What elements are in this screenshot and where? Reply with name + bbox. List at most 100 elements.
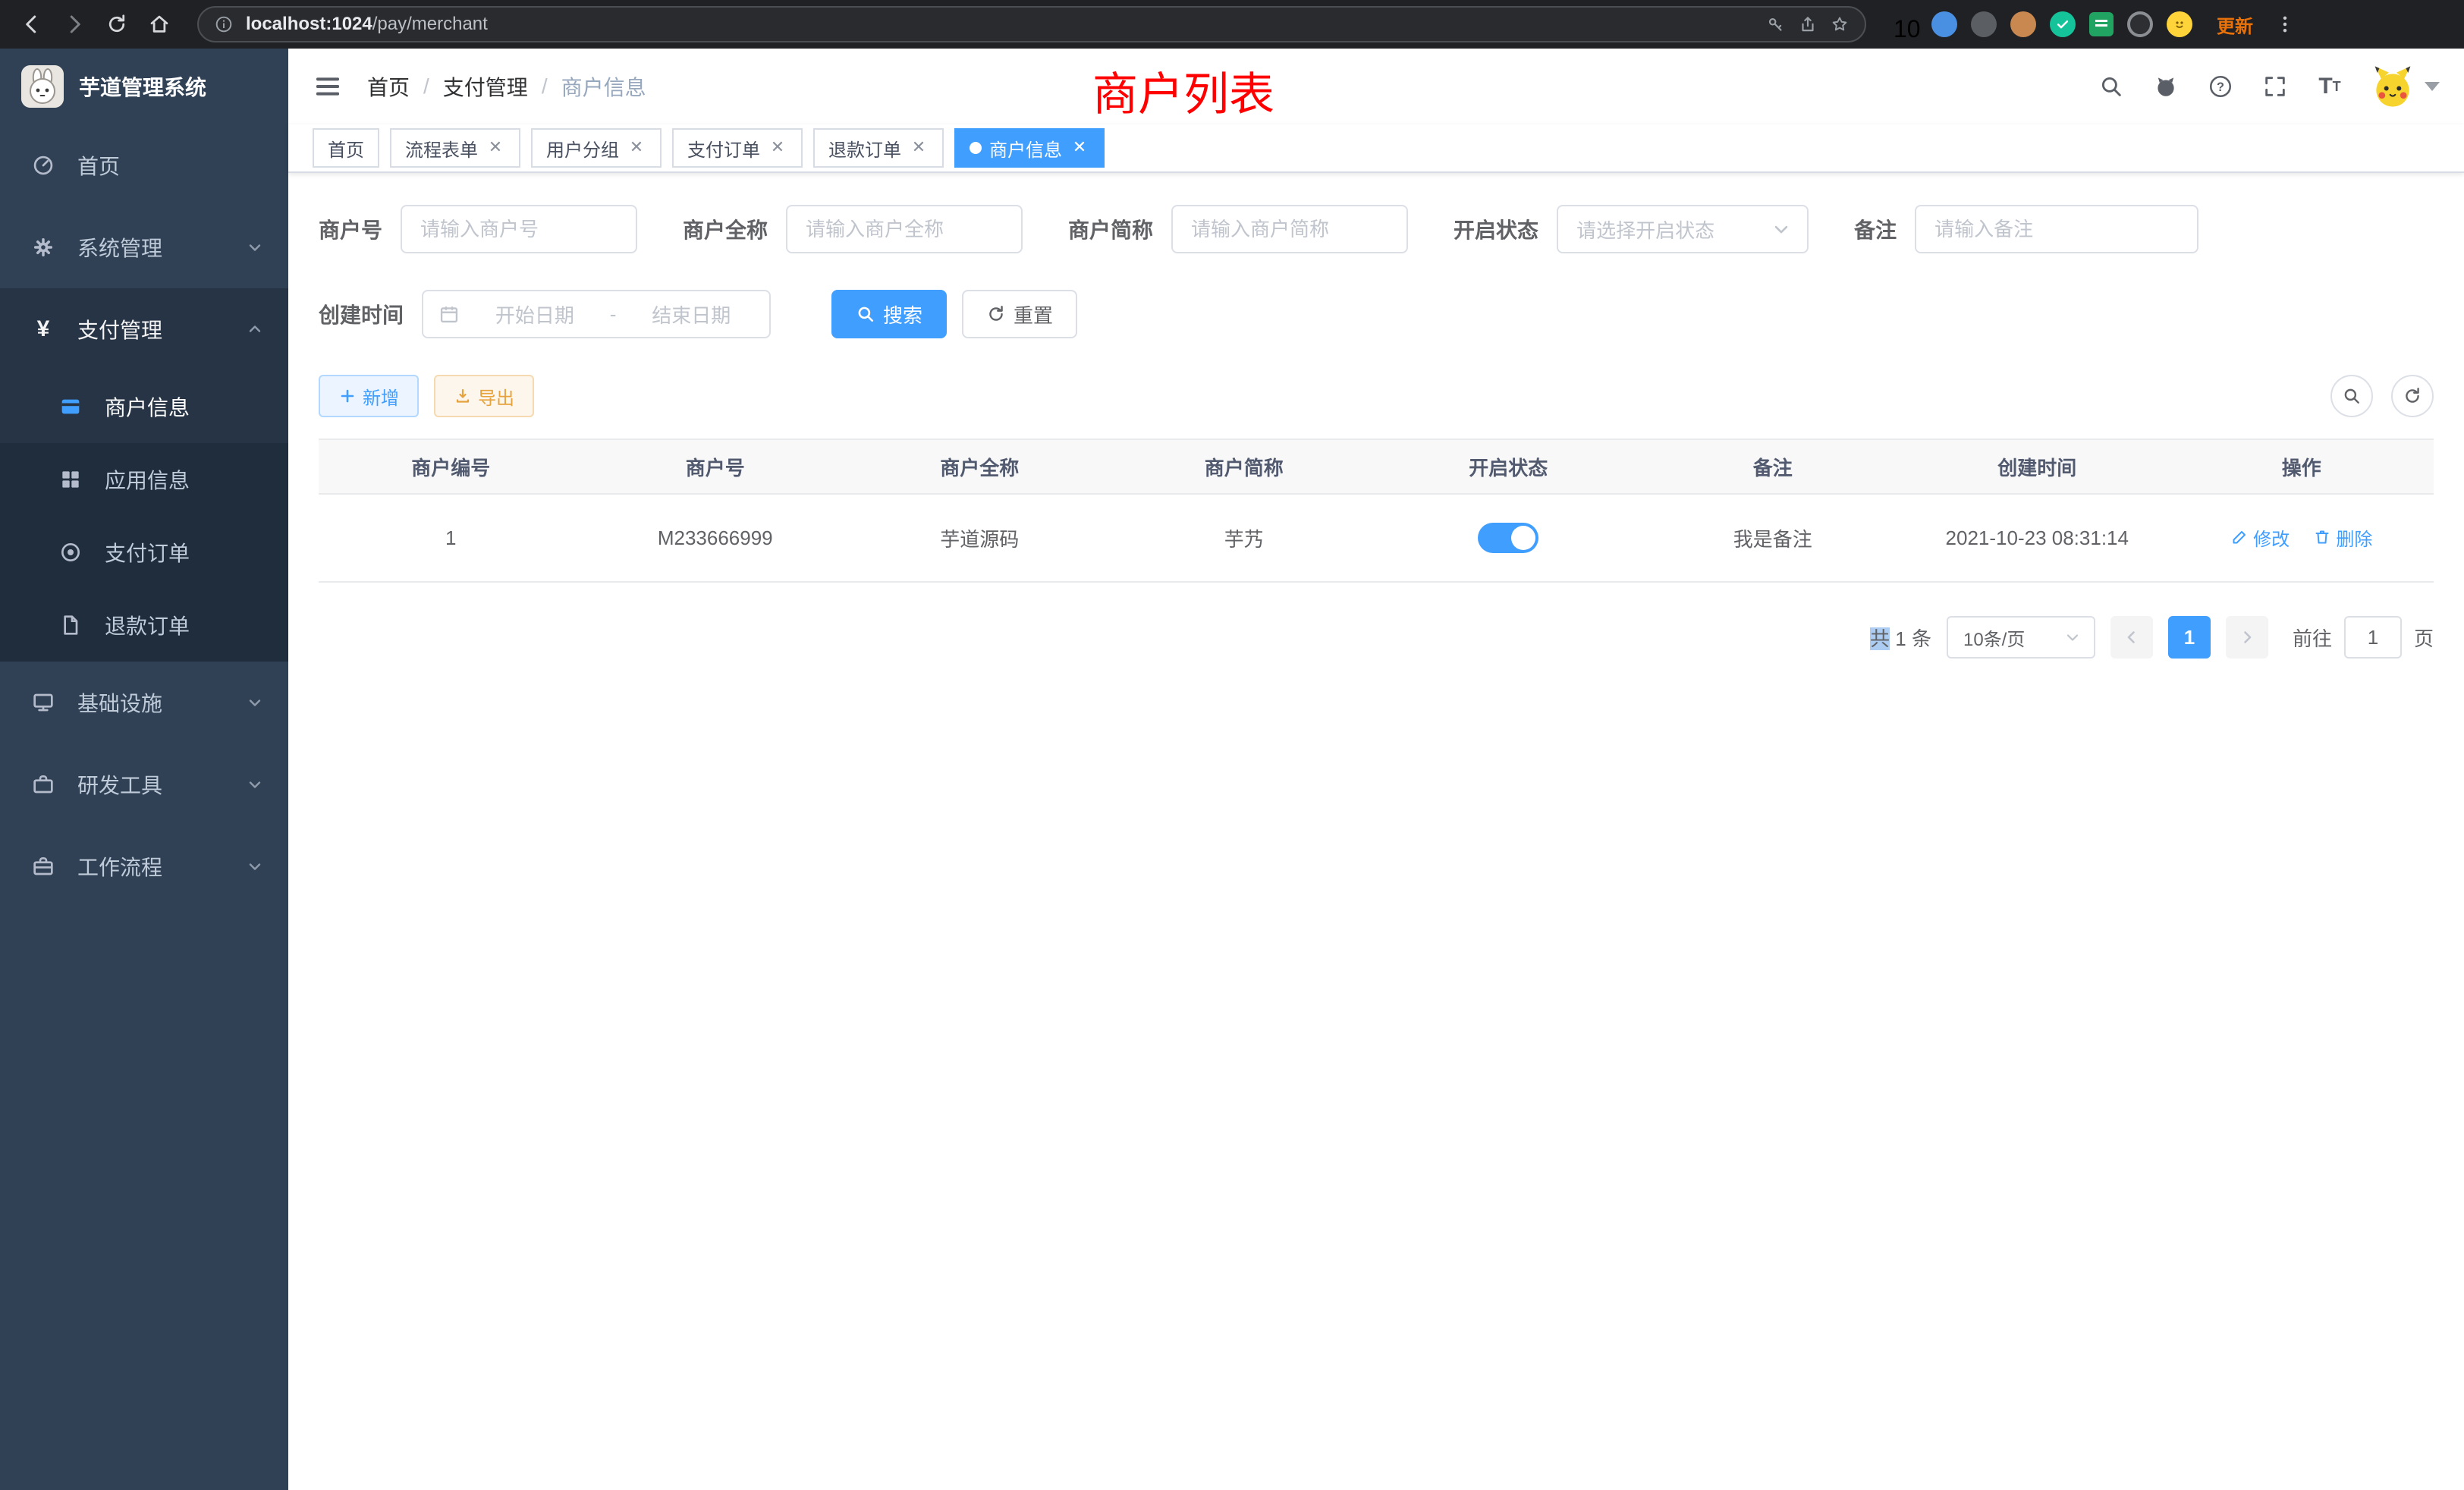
close-icon[interactable]: ✕ (909, 138, 929, 158)
field-full-name: 商户全称 (683, 205, 1023, 253)
tab-pay-order[interactable]: 支付订单✕ (672, 128, 803, 168)
page-number-1[interactable]: 1 (2168, 616, 2211, 659)
edit-link-label: 修改 (2253, 524, 2290, 551)
close-icon[interactable]: ✕ (1070, 138, 1089, 158)
sidebar-item-merchant-info[interactable]: 商户信息 (0, 370, 288, 443)
sidebar-item-label: 系统管理 (77, 232, 162, 262)
browser-menu-icon[interactable] (2274, 14, 2296, 35)
password-key-icon[interactable] (1766, 14, 1786, 34)
breadcrumb-section[interactable]: 支付管理 (443, 71, 528, 102)
merchant-table: 商户编号 商户号 商户全称 商户简称 开启状态 备注 创建时间 操作 1 (319, 439, 2434, 583)
close-icon[interactable]: ✕ (627, 138, 646, 158)
address-bar[interactable]: localhost:1024/pay/merchant (197, 6, 1866, 42)
browser-update-button[interactable]: 更新 (2217, 11, 2253, 38)
search-button[interactable]: 搜索 (831, 290, 947, 338)
cell-full-name: 芋道源码 (847, 494, 1112, 582)
cell-create-time: 2021-10-23 08:31:14 (1905, 494, 2170, 582)
monitor-icon (30, 690, 56, 715)
prev-page-button[interactable] (2110, 616, 2153, 659)
edit-link[interactable]: 修改 (2230, 524, 2290, 551)
help-icon[interactable]: ? (2206, 72, 2235, 101)
date-range-picker[interactable]: 开始日期 - 结束日期 (422, 290, 771, 338)
tab-home[interactable]: 首页 (313, 128, 379, 168)
pagination-goto: 前往 页 (2293, 616, 2434, 659)
reset-button[interactable]: 重置 (962, 290, 1077, 338)
export-button[interactable]: 导出 (434, 375, 534, 417)
tab-merchant-info[interactable]: 商户信息✕ (954, 128, 1105, 168)
font-size-icon[interactable]: TT (2315, 72, 2344, 101)
tab-label: 首页 (328, 135, 364, 162)
sidebar-item-dev-tools[interactable]: 研发工具 (0, 743, 288, 825)
sidebar-item-workflow[interactable]: 工作流程 (0, 825, 288, 907)
plus-icon (338, 387, 357, 405)
extension-icon[interactable] (2050, 11, 2076, 37)
sidebar-item-refund-order[interactable]: 退款订单 (0, 589, 288, 662)
sidebar-item-home[interactable]: 首页 (0, 124, 288, 206)
app-window: 芋道管理系统 首页 (0, 49, 2464, 1490)
extension-icon[interactable] (1971, 11, 1997, 37)
tab-user-group[interactable]: 用户分组✕ (531, 128, 662, 168)
sidebar-item-label: 退款订单 (105, 610, 190, 640)
page-unit-label: 页 (2414, 624, 2434, 652)
delete-link-label: 删除 (2336, 524, 2372, 551)
extension-icon[interactable] (2010, 11, 2036, 37)
github-icon[interactable] (2151, 72, 2180, 101)
app-title: 芋道管理系统 (79, 71, 206, 102)
refresh-table-button[interactable] (2391, 375, 2434, 417)
hamburger-icon[interactable] (313, 71, 343, 102)
short-name-input[interactable] (1171, 205, 1408, 253)
close-icon[interactable]: ✕ (768, 138, 787, 158)
sidebar-item-system[interactable]: 系统管理 (0, 206, 288, 288)
date-start-placeholder: 开始日期 (472, 300, 598, 328)
extension-icon[interactable] (2089, 12, 2114, 36)
field-label: 商户简称 (1068, 214, 1153, 244)
add-button[interactable]: 新增 (319, 375, 419, 417)
chevron-right-icon (2238, 628, 2256, 646)
browser-home-icon[interactable] (143, 8, 176, 41)
bookmark-star-icon[interactable] (1830, 14, 1850, 34)
goto-page-input[interactable] (2344, 616, 2402, 659)
status-toggle[interactable] (1478, 523, 1538, 553)
delete-link[interactable]: 删除 (2313, 524, 2372, 551)
toggle-search-button[interactable] (2330, 375, 2373, 417)
sidebar-item-pay-order[interactable]: 支付订单 (0, 516, 288, 589)
full-name-input[interactable] (786, 205, 1023, 253)
site-info-icon[interactable] (214, 14, 234, 34)
payment-submenu: 商户信息 应用信息 支付订单 (0, 370, 288, 662)
merchant-no-input[interactable] (401, 205, 637, 253)
close-icon[interactable]: ✕ (486, 138, 505, 158)
browser-forward-icon[interactable] (58, 8, 91, 41)
tab-process-form[interactable]: 流程表单 ✕ (390, 128, 520, 168)
cell-status (1376, 494, 1641, 582)
share-icon[interactable] (1798, 14, 1818, 34)
sidebar-item-label: 研发工具 (77, 769, 162, 800)
field-short-name: 商户简称 (1068, 205, 1408, 253)
status-select[interactable]: 请选择开启状态 (1557, 205, 1809, 253)
remark-input[interactable] (1915, 205, 2198, 253)
col-header: 商户号 (583, 439, 848, 494)
extension-icon[interactable]: 10 (1894, 12, 1918, 36)
fullscreen-icon[interactable] (2261, 72, 2290, 101)
search-icon[interactable] (2097, 72, 2126, 101)
browser-back-icon[interactable] (15, 8, 49, 41)
col-header: 备注 (1641, 439, 1906, 494)
chevron-down-icon (2063, 628, 2082, 646)
breadcrumb-home[interactable]: 首页 (367, 71, 410, 102)
pagination-total: 共 1 条 (1870, 624, 1931, 652)
sidebar-item-label: 应用信息 (105, 464, 190, 495)
tab-refund-order[interactable]: 退款订单✕ (813, 128, 944, 168)
extension-icon[interactable] (1931, 11, 1957, 37)
sidebar-item-app-info[interactable]: 应用信息 (0, 443, 288, 516)
refresh-icon (2403, 386, 2422, 406)
user-avatar[interactable] (2370, 64, 2440, 109)
extension-icon[interactable] (2167, 11, 2192, 37)
tab-label: 流程表单 (405, 135, 478, 162)
app-logo[interactable]: 芋道管理系统 (0, 49, 288, 124)
toolbar-right (2330, 375, 2434, 417)
browser-reload-icon[interactable] (100, 8, 134, 41)
sidebar-item-infrastructure[interactable]: 基础设施 (0, 662, 288, 743)
next-page-button[interactable] (2226, 616, 2268, 659)
page-size-select[interactable]: 10条/页 (1947, 616, 2095, 659)
sidebar-item-payment[interactable]: ¥ 支付管理 (0, 288, 288, 370)
extension-icon[interactable] (2127, 11, 2153, 37)
